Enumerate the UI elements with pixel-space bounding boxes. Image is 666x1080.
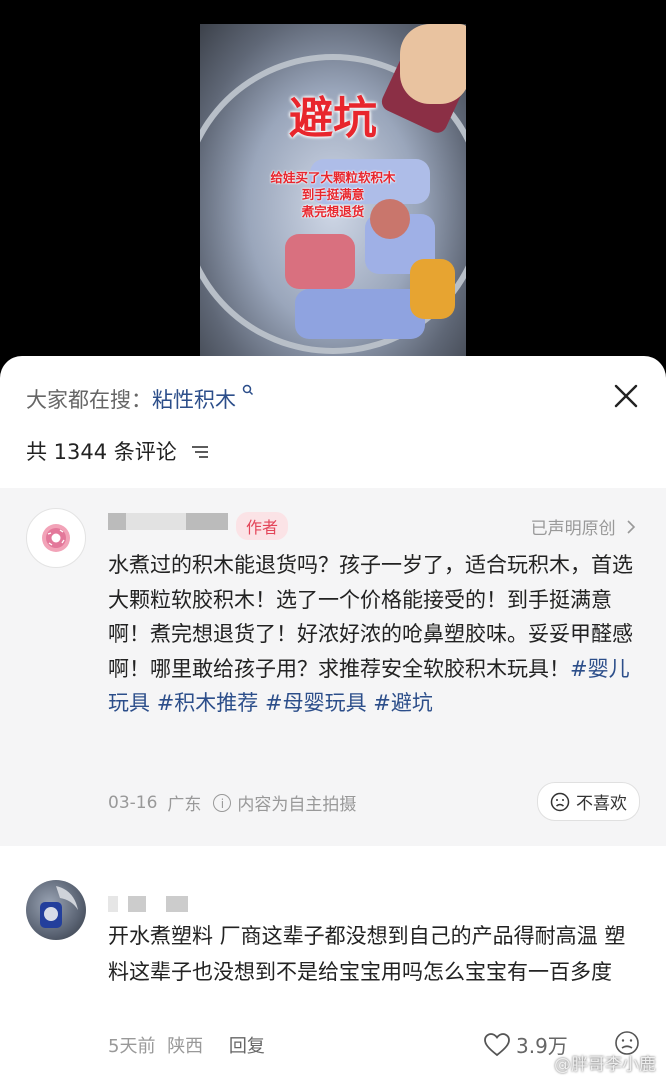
- hashtag[interactable]: #积木推荐: [157, 691, 259, 715]
- dislike-label: 不喜欢: [576, 794, 627, 814]
- sort-icon[interactable]: [191, 441, 209, 465]
- search-suggestion[interactable]: 大家都在搜：粘性积木: [26, 384, 254, 414]
- donut-icon: [42, 524, 70, 552]
- comment-count-text: 共 1344 条评论: [26, 440, 177, 464]
- comment-text: 水煮过的积木能退货吗？孩子一岁了，适合玩积木，首选大颗粒软胶积木！选了一个价格能…: [108, 548, 638, 721]
- reply-comment-text: 开水煮塑料 厂商这辈子都没想到自己的产品得耐高温 塑料这辈子也没想到不是给宝宝用…: [108, 924, 626, 984]
- username-redacted: [108, 513, 126, 530]
- reply-meta: 5天前 陕西 回复: [108, 1032, 265, 1058]
- avatar-image: [40, 886, 78, 928]
- username-redacted: [186, 513, 228, 530]
- comments-sheet: 大家都在搜：粘性积木 共 1344 条评论 作者 已声明原创 水煮过的积木能退货…: [0, 356, 666, 1080]
- caption-line: 给娃买了大颗粒软积木: [270, 170, 396, 185]
- caption-line: 煮完想退货: [301, 204, 365, 219]
- toy-block: [410, 259, 455, 319]
- username-redacted: [128, 896, 146, 912]
- avatar[interactable]: [26, 508, 86, 568]
- search-keyword[interactable]: 粘性积木: [152, 388, 236, 412]
- author-badge: 作者: [236, 512, 289, 540]
- author-comment: 作者 已声明原创 水煮过的积木能退货吗？孩子一岁了，适合玩积木，首选大颗粒软胶积…: [0, 488, 666, 846]
- video-thumbnail[interactable]: 避坑 给娃买了大颗粒软积木 到手挺满意 煮完想退货: [200, 24, 466, 360]
- toy-block: [295, 289, 425, 339]
- hashtag[interactable]: #避坑: [373, 691, 433, 715]
- comment-count: 共 1344 条评论: [26, 436, 209, 466]
- watermark: @胖哥李小鹿: [554, 1055, 656, 1075]
- dislike-button[interactable]: 不喜欢: [537, 782, 640, 821]
- close-icon[interactable]: [612, 382, 640, 410]
- search-icon: [238, 384, 254, 399]
- video-overlay-title: 避坑: [289, 93, 377, 144]
- comment-meta: 03-16 广东 i 内容为自主拍摄: [108, 790, 357, 816]
- comment-body: 水煮过的积木能退货吗？孩子一岁了，适合玩积木，首选大颗粒软胶积木！选了一个价格能…: [108, 553, 633, 681]
- info-icon: i: [213, 793, 232, 812]
- search-prefix: 大家都在搜：: [26, 388, 152, 412]
- original-declared[interactable]: 已声明原创: [531, 514, 636, 539]
- hashtag[interactable]: #母婴玩具: [265, 691, 367, 715]
- username-redacted: [126, 513, 186, 530]
- caption-line: 到手挺满意: [301, 187, 365, 202]
- chevron-right-icon: [627, 519, 636, 539]
- username-redacted: [166, 896, 188, 912]
- comment-date: 03-16: [108, 792, 158, 813]
- reply-time: 5天前: [108, 1036, 156, 1057]
- comment-location: 广东: [167, 795, 202, 815]
- reply-button[interactable]: 回复: [229, 1036, 265, 1057]
- video-area[interactable]: 避坑 给娃买了大颗粒软积木 到手挺满意 煮完想退货: [0, 0, 666, 380]
- username-redacted: [108, 896, 118, 912]
- heart-icon: [484, 1032, 510, 1057]
- toy-block: [285, 234, 355, 289]
- frown-icon: [550, 792, 570, 812]
- reply-location: 陕西: [167, 1036, 204, 1057]
- original-declared-label: 已声明原创: [530, 519, 616, 539]
- content-note: 内容为自主拍摄: [237, 795, 357, 815]
- avatar[interactable]: [26, 880, 86, 940]
- video-overlay-caption: 给娃买了大颗粒软积木 到手挺满意 煮完想退货: [200, 169, 466, 220]
